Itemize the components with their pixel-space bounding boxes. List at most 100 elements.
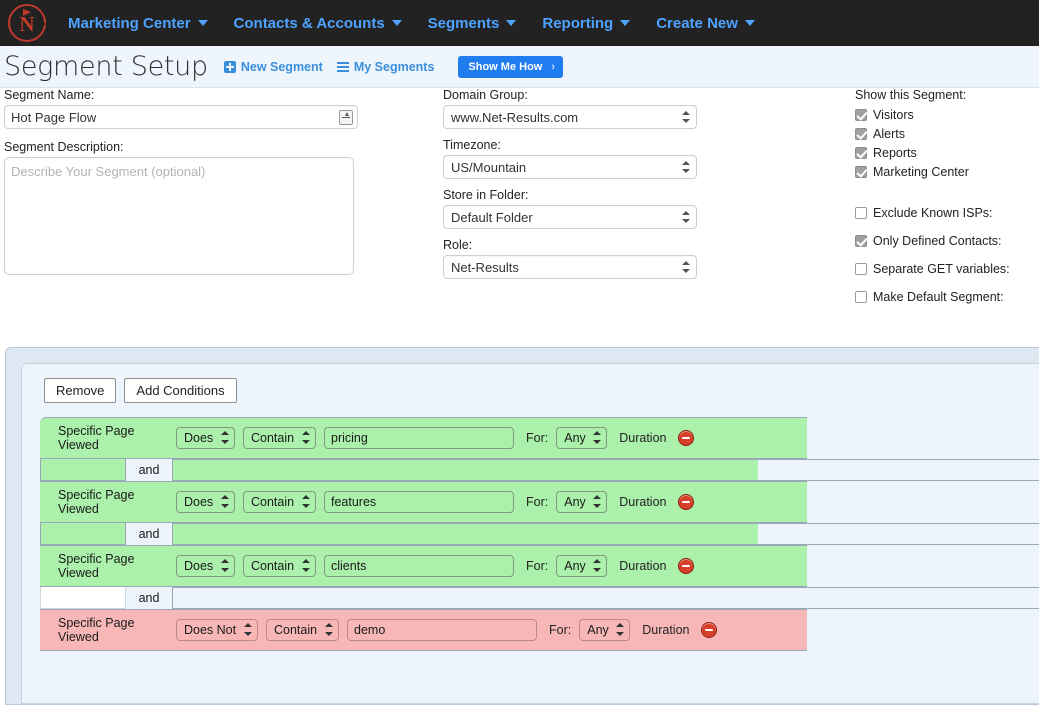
condition-occurrence-wrap: Any — [579, 619, 630, 641]
condition-value-input[interactable] — [324, 427, 514, 449]
checkbox-row-alerts[interactable]: Alerts — [855, 127, 1010, 141]
condition-value-input[interactable] — [347, 619, 537, 641]
condition-type-label: Specific Page Viewed — [58, 488, 176, 516]
condition-match-select[interactable]: Contain — [266, 619, 339, 641]
checkbox-row-marketing-center[interactable]: Marketing Center — [855, 165, 1010, 179]
domain-group-select[interactable]: www.Net-Results.com — [443, 105, 697, 129]
nav-label: Create New — [656, 15, 738, 32]
show-me-how-button[interactable]: Show Me How › — [458, 56, 563, 78]
conditions-inner-panel: Remove Add Conditions Specific Page View… — [21, 363, 1039, 704]
condition-operator-select[interactable]: Does — [176, 491, 235, 513]
nav-item-create-new[interactable]: Create New — [656, 15, 755, 32]
checkbox-label: Separate GET variables: — [873, 262, 1010, 276]
duration-label: Duration — [619, 559, 666, 573]
checkbox-row-exclude-known-isps[interactable]: Exclude Known ISPs: — [855, 206, 1010, 220]
nav-label: Contacts & Accounts — [234, 15, 385, 32]
joiner-left-box — [40, 459, 126, 481]
show-this-segment-label: Show this Segment: — [855, 88, 1010, 102]
nav-label: Marketing Center — [68, 15, 191, 32]
for-label: For: — [526, 495, 548, 509]
role-select[interactable]: Net-Results — [443, 255, 697, 279]
segment-description-textarea[interactable] — [4, 157, 354, 275]
checkbox-label: Make Default Segment: — [873, 290, 1004, 304]
remove-condition-icon[interactable] — [678, 494, 694, 510]
joiner-left-box — [40, 587, 126, 609]
nav-item-reporting[interactable]: Reporting — [542, 15, 630, 32]
remove-condition-icon[interactable] — [701, 622, 717, 638]
condition-match-select[interactable]: Contain — [243, 491, 316, 513]
new-segment-link[interactable]: New Segment — [224, 60, 323, 74]
checkbox-exclude-known-isps[interactable] — [855, 207, 867, 219]
condition-occurrence-select[interactable]: Any — [556, 491, 607, 513]
segment-name-input[interactable] — [4, 105, 358, 129]
joiner-label: and — [126, 459, 172, 481]
condition-operator-select[interactable]: Does — [176, 555, 235, 577]
remove-condition-icon[interactable] — [678, 430, 694, 446]
nav-item-marketing-center[interactable]: Marketing Center — [68, 15, 208, 32]
checkbox-row-reports[interactable]: Reports — [855, 146, 1010, 160]
condition-match-select[interactable]: Contain — [243, 427, 316, 449]
store-in-folder-select[interactable]: Default Folder — [443, 205, 697, 229]
condition-operator-select[interactable]: Does Not — [176, 619, 258, 641]
condition-row[interactable]: Specific Page Viewed Does Not Contain Fo… — [40, 609, 807, 651]
condition-row[interactable]: Specific Page Viewed Does Contain For: — [40, 417, 807, 459]
checkbox-marketing-center[interactable] — [855, 166, 867, 178]
condition-occurrence-select[interactable]: Any — [556, 427, 607, 449]
for-label: For: — [526, 559, 548, 573]
joiner-bar-fill — [173, 524, 758, 544]
checkbox-visitors[interactable] — [855, 109, 867, 121]
condition-match-wrap: Contain — [243, 427, 316, 449]
checkbox-alerts[interactable] — [855, 128, 867, 140]
joiner-bar-fill — [173, 460, 758, 480]
checkbox-row-visitors[interactable]: Visitors — [855, 108, 1010, 122]
name-picker-icon[interactable] — [339, 110, 353, 125]
checkbox-label: Exclude Known ISPs: — [873, 206, 993, 220]
role-field-wrap: Net-Results — [443, 255, 697, 279]
remove-condition-icon[interactable] — [678, 558, 694, 574]
condition-occurrence-wrap: Any — [556, 555, 607, 577]
checkbox-only-defined-contacts[interactable] — [855, 235, 867, 247]
joiner-bar — [172, 523, 1039, 545]
condition-match-select[interactable]: Contain — [243, 555, 316, 577]
checkbox-make-default-segment[interactable] — [855, 291, 867, 303]
condition-occurrence-select[interactable]: Any — [579, 619, 630, 641]
checkbox-label: Marketing Center — [873, 165, 969, 179]
checkbox-row-only-defined-contacts[interactable]: Only Defined Contacts: — [855, 234, 1010, 248]
add-conditions-button[interactable]: Add Conditions — [124, 378, 236, 403]
chevron-down-icon — [392, 20, 402, 26]
timezone-select[interactable]: US/Mountain — [443, 155, 697, 179]
segment-name-label: Segment Name: — [4, 88, 358, 102]
segment-form: Segment Name: Segment Description: Domai… — [0, 88, 1039, 334]
condition-match-wrap: Contain — [243, 555, 316, 577]
joiner-left-box — [40, 523, 126, 545]
chevron-down-icon — [198, 20, 208, 26]
condition-operator-wrap: Does — [176, 427, 235, 449]
checkbox-reports[interactable] — [855, 147, 867, 159]
nav-item-segments[interactable]: Segments — [428, 15, 517, 32]
top-navigation-bar: N Marketing Center Contacts & Accounts S… — [0, 0, 1039, 46]
checkbox-row-make-default-segment[interactable]: Make Default Segment: — [855, 290, 1010, 304]
segment-description-label: Segment Description: — [4, 140, 358, 154]
checkbox-row-separate-get-variables[interactable]: Separate GET variables: — [855, 262, 1010, 276]
condition-occurrence-select[interactable]: Any — [556, 555, 607, 577]
condition-operator-select[interactable]: Does — [176, 427, 235, 449]
joiner-label: and — [126, 523, 172, 545]
domain-group-field-wrap: www.Net-Results.com — [443, 105, 697, 129]
remove-button[interactable]: Remove — [44, 378, 116, 403]
chevron-right-icon: › — [551, 61, 555, 73]
condition-row[interactable]: Specific Page Viewed Does Contain For: — [40, 545, 807, 587]
condition-value-input[interactable] — [324, 555, 514, 577]
checkbox-separate-get-variables[interactable] — [855, 263, 867, 275]
net-results-logo[interactable]: N — [8, 4, 46, 42]
spacer — [855, 184, 1010, 206]
my-segments-link[interactable]: My Segments — [337, 60, 435, 74]
my-segments-label: My Segments — [354, 60, 435, 74]
condition-value-input[interactable] — [324, 491, 514, 513]
plus-icon — [224, 61, 236, 73]
condition-row[interactable]: Specific Page Viewed Does Contain For: — [40, 481, 807, 523]
timezone-label: Timezone: — [443, 138, 697, 152]
nav-item-contacts-accounts[interactable]: Contacts & Accounts — [234, 15, 402, 32]
role-label: Role: — [443, 238, 697, 252]
condition-occurrence-wrap: Any — [556, 427, 607, 449]
new-segment-label: New Segment — [241, 60, 323, 74]
